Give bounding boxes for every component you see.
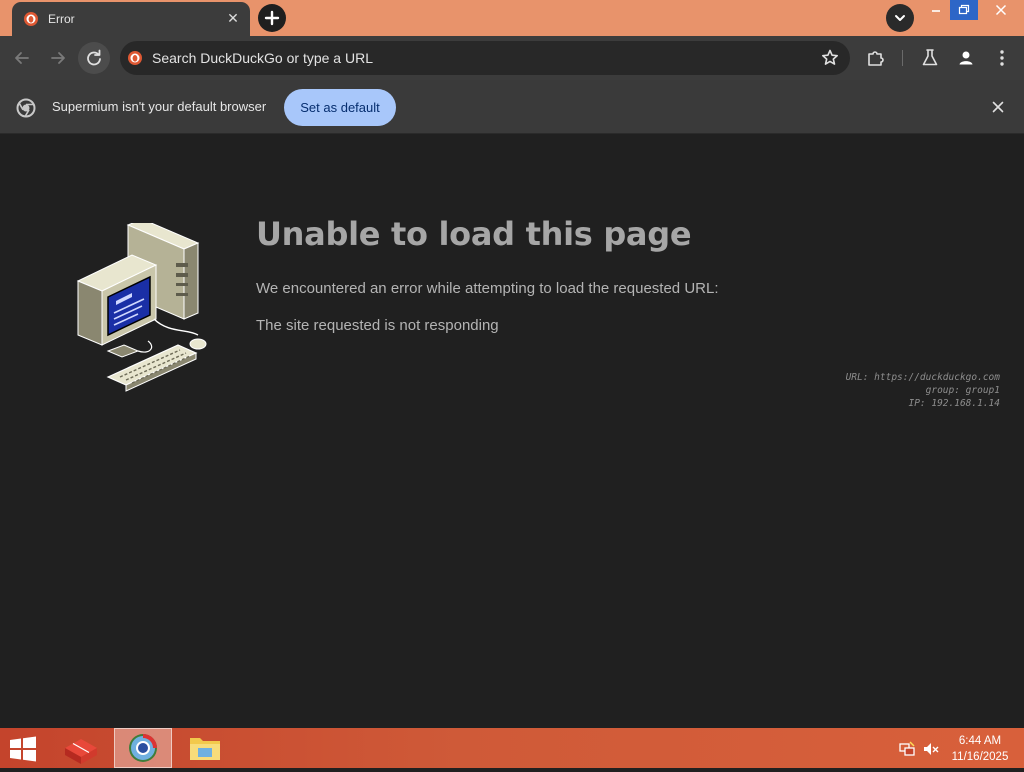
flask-icon [922, 49, 938, 66]
parcel-app-icon[interactable] [52, 728, 110, 768]
computer-illustration [76, 223, 207, 392]
title-bar: Error ✕ [0, 0, 1024, 36]
plus-icon [264, 10, 280, 26]
address-bar[interactable]: Search DuckDuckGo or type a URL [120, 41, 850, 75]
tab-title: Error [48, 12, 75, 26]
default-browser-infobar: Supermium isn't your default browser Set… [0, 80, 1024, 134]
puzzle-icon [868, 51, 884, 66]
person-icon [959, 51, 973, 65]
tab-search-button[interactable] [886, 4, 914, 32]
error-ip: IP: 192.168.1.14 [908, 398, 1000, 409]
tab-close-icon[interactable]: ✕ [224, 10, 242, 28]
volume-muted-icon[interactable] [922, 740, 940, 758]
error-details: URL: https://duckduckgo.com group: group… [846, 371, 1000, 410]
reload-icon [87, 49, 101, 66]
windows-start-icon[interactable] [8, 736, 38, 762]
restore-button[interactable] [950, 0, 978, 20]
duckduckgo-icon [24, 12, 38, 26]
box-icon [65, 739, 97, 764]
back-button[interactable] [6, 42, 38, 74]
system-clock[interactable]: 6:44 AM 11/16/2025 [946, 733, 1014, 765]
duckduckgo-icon [128, 51, 142, 65]
window-close-button[interactable] [978, 0, 1024, 20]
clock-date: 11/16/2025 [951, 751, 1009, 763]
browser-toolbar: Search DuckDuckGo or type a URL [0, 36, 1024, 80]
new-tab-button[interactable] [258, 4, 286, 32]
arrow-right-icon [51, 52, 65, 64]
arrow-left-icon [15, 52, 29, 64]
clock-time: 6:44 AM [958, 735, 1002, 747]
toolbar-divider [902, 50, 903, 66]
error-title: Unable to load this page [256, 215, 692, 253]
tab-error[interactable]: Error ✕ [12, 2, 250, 36]
folder-icon [190, 738, 220, 760]
network-icon[interactable] [898, 740, 916, 758]
minimize-button[interactable] [922, 0, 950, 20]
supermium-browser-icon[interactable] [114, 728, 172, 768]
file-explorer-icon[interactable] [176, 728, 234, 768]
supermium-logo-icon [16, 98, 36, 118]
menu-button[interactable] [986, 42, 1018, 74]
more-vert-icon [1000, 50, 1004, 66]
reload-button[interactable] [78, 42, 110, 74]
close-icon[interactable] [988, 97, 1008, 117]
restore-icon [958, 4, 970, 15]
extensions-button[interactable] [860, 42, 892, 74]
infobar-message: Supermium isn't your default browser [52, 99, 267, 114]
address-placeholder: Search DuckDuckGo or type a URL [152, 50, 373, 66]
error-page: Unable to load this page We encountered … [0, 135, 1024, 728]
close-icon [995, 4, 1007, 16]
error-description: We encountered an error while attempting… [256, 280, 719, 297]
bookmark-star-icon[interactable] [818, 46, 842, 70]
profile-button[interactable] [950, 42, 982, 74]
taskbar: 6:44 AM 11/16/2025 [0, 728, 1024, 768]
set-as-default-button[interactable]: Set as default [284, 89, 396, 126]
labs-button[interactable] [914, 42, 946, 74]
error-reason: The site requested is not responding [256, 317, 499, 334]
browser-icon [129, 734, 157, 762]
error-group: group: group1 [925, 385, 1000, 396]
error-url: URL: https://duckduckgo.com [845, 372, 1000, 383]
minimize-icon [932, 10, 940, 12]
forward-button[interactable] [42, 42, 74, 74]
chevron-down-icon [895, 15, 905, 21]
